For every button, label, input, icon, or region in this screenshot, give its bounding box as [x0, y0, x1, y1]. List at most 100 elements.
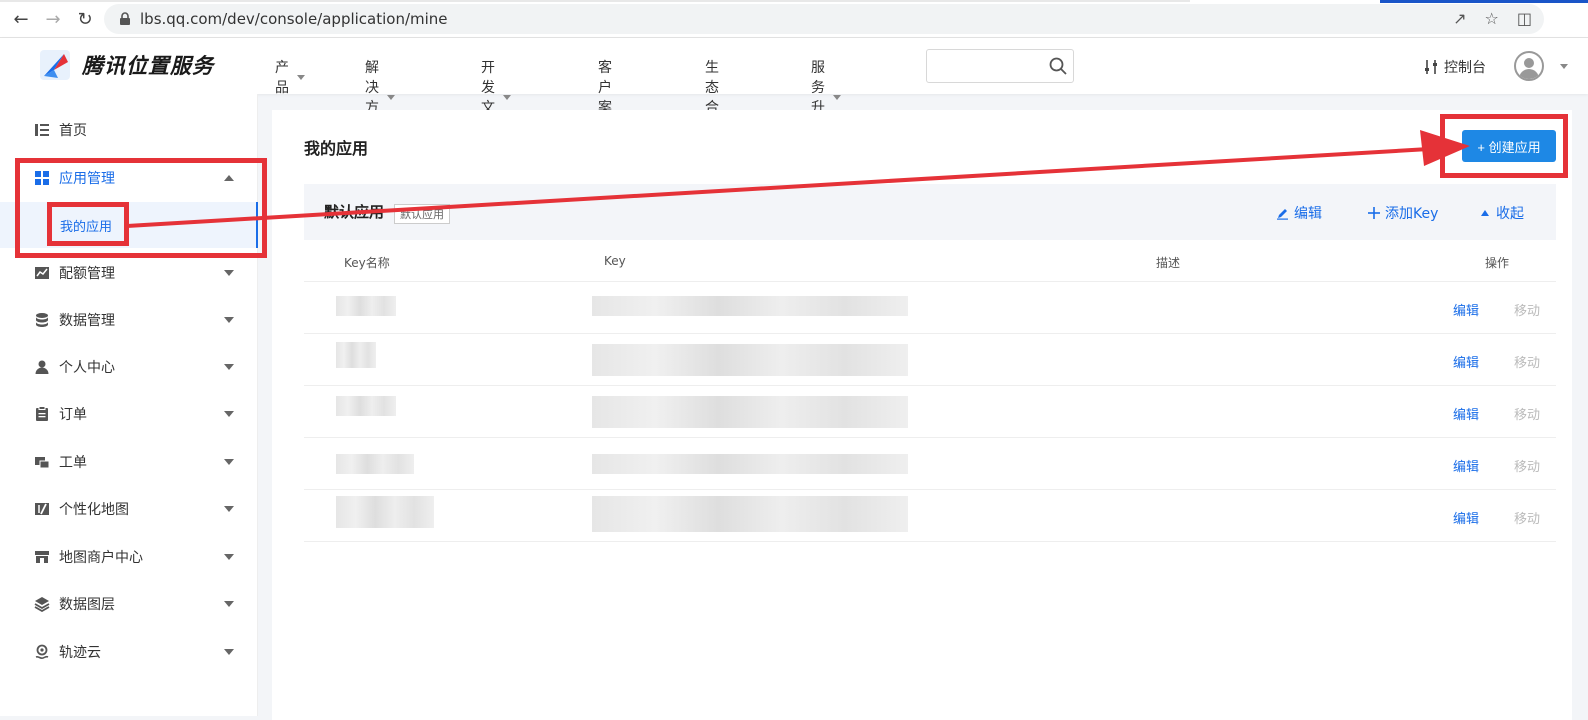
sidebar-label: 配额管理	[59, 266, 115, 282]
sidebar-item-quota[interactable]: 配额管理	[0, 253, 258, 293]
bookmark-star-icon[interactable]: ☆	[1485, 9, 1499, 28]
caret-up-icon	[224, 175, 234, 181]
sidebar-item-track-cloud[interactable]: 轨迹云	[0, 632, 258, 672]
column-header: 描述	[1156, 256, 1181, 270]
forward-icon[interactable]: →	[38, 4, 68, 34]
clipboard-icon	[36, 406, 48, 421]
row-edit-link[interactable]: 编辑	[1453, 404, 1479, 423]
sidebar-label: 个人中心	[59, 360, 115, 376]
table-row: 编辑 移动	[304, 282, 1556, 334]
main-content: 我的应用 + 创建应用 默认应用 默认应用 编辑 添加Key 收起 Key名称 …	[272, 110, 1572, 720]
redacted-key-name	[336, 342, 376, 368]
redacted-key	[592, 396, 908, 428]
caret-down-icon	[224, 270, 234, 276]
sidebar-item-data-layers[interactable]: 数据图层	[0, 584, 258, 624]
menu-label: 产品	[275, 60, 289, 96]
row-edit-link[interactable]: 编辑	[1453, 456, 1479, 475]
app-header: 默认应用 默认应用 编辑 添加Key 收起	[304, 184, 1556, 240]
site-logo[interactable]: 腾讯位置服务	[38, 48, 214, 82]
layers-icon	[34, 597, 50, 612]
caret-down-icon	[503, 94, 511, 100]
sidebar-item-tickets[interactable]: 工单	[0, 442, 258, 482]
grid-icon	[35, 171, 49, 185]
caret-down-icon	[224, 364, 234, 370]
user-avatar-icon	[1519, 58, 1539, 79]
redacted-key	[592, 454, 908, 474]
sidebar-item-orders[interactable]: 订单	[0, 394, 258, 434]
row-move-link[interactable]: 移动	[1514, 352, 1540, 371]
sliders-icon	[1425, 60, 1437, 74]
caret-down-icon	[224, 411, 234, 417]
sidebar-item-home[interactable]: 首页	[0, 110, 258, 150]
table-row: 编辑 移动	[304, 438, 1556, 490]
user-icon	[35, 360, 49, 374]
edit-label: 编辑	[1294, 206, 1322, 222]
row-edit-link[interactable]: 编辑	[1453, 508, 1479, 527]
caret-down-icon	[297, 74, 305, 80]
redacted-key-name	[336, 296, 396, 316]
redacted-key-name	[336, 496, 434, 528]
search-input[interactable]	[926, 49, 1074, 83]
sidebar-item-data[interactable]: 数据管理	[0, 300, 258, 340]
avatar[interactable]	[1514, 51, 1544, 81]
table-row: 编辑 移动	[304, 386, 1556, 438]
row-move-link[interactable]: 移动	[1514, 300, 1540, 319]
caret-down-icon	[224, 649, 234, 655]
sidebar-label: 应用管理	[59, 171, 115, 187]
table-row: 编辑 移动	[304, 334, 1556, 386]
app-name: 默认应用	[324, 203, 385, 221]
ticket-icon	[35, 457, 50, 469]
back-icon[interactable]: ←	[6, 4, 36, 34]
caret-down-icon	[833, 94, 841, 100]
avatar-caret-icon[interactable]	[1560, 64, 1568, 69]
app-tag: 默认应用	[394, 204, 450, 224]
address-bar[interactable]: lbs.qq.com/dev/console/application/mine …	[104, 4, 1544, 34]
menu-item-products[interactable]: 产品	[275, 57, 305, 97]
list-icon	[35, 124, 49, 136]
sidebar-label: 数据管理	[59, 313, 115, 329]
collapse-button[interactable]: 收起	[1480, 203, 1524, 223]
sidebar-item-app-management[interactable]: 应用管理	[0, 158, 258, 198]
redacted-key-name	[336, 396, 396, 416]
tab-strip-accent	[1380, 0, 1588, 3]
plus-icon	[1368, 207, 1380, 219]
add-key-label: 添加Key	[1385, 206, 1439, 222]
table-header: Key名称 Key 描述 操作	[304, 240, 1556, 282]
sidebar-label: 首页	[59, 123, 87, 139]
sidebar-label: 数据图层	[59, 597, 115, 613]
column-header: Key	[604, 254, 626, 268]
table-row: 编辑 移动	[304, 490, 1556, 542]
row-move-link[interactable]: 移动	[1514, 404, 1540, 423]
sidebar-item-merchant-center[interactable]: 地图商户中心	[0, 537, 258, 577]
map-edit-icon	[35, 503, 49, 515]
url-text: lbs.qq.com/dev/console/application/mine	[140, 10, 448, 28]
sidebar-label: 轨迹云	[59, 645, 101, 661]
sidebar-sublabel: 我的应用	[60, 220, 113, 235]
sidebar-item-custom-map[interactable]: 个性化地图	[0, 489, 258, 529]
console-link[interactable]: 控制台	[1424, 57, 1486, 77]
logo-text: 腾讯位置服务	[82, 54, 214, 78]
share-icon[interactable]: ↗	[1453, 9, 1466, 28]
caret-down-icon	[224, 459, 234, 465]
caret-down-icon	[224, 317, 234, 323]
search-icon[interactable]	[1049, 57, 1067, 75]
sidebar-label: 订单	[59, 407, 87, 423]
redacted-key-name	[336, 454, 414, 474]
create-app-button[interactable]: + 创建应用	[1462, 130, 1556, 162]
caret-down-icon	[224, 601, 234, 607]
row-move-link[interactable]: 移动	[1514, 456, 1540, 475]
row-edit-link[interactable]: 编辑	[1453, 300, 1479, 319]
logo-compass-icon	[40, 50, 70, 80]
edit-app-button[interactable]: 编辑	[1276, 203, 1322, 223]
column-header: Key名称	[344, 256, 390, 270]
chart-icon	[35, 267, 49, 279]
row-edit-link[interactable]: 编辑	[1453, 352, 1479, 371]
reload-icon[interactable]: ↻	[70, 4, 100, 34]
add-key-button[interactable]: 添加Key	[1368, 203, 1438, 223]
sidebar-subitem-my-apps[interactable]: 我的应用	[0, 202, 258, 248]
console-label: 控制台	[1444, 60, 1486, 76]
collapse-label: 收起	[1496, 206, 1524, 222]
row-move-link[interactable]: 移动	[1514, 508, 1540, 527]
side-panel-icon[interactable]: ◫	[1517, 9, 1532, 28]
sidebar-item-profile[interactable]: 个人中心	[0, 347, 258, 387]
